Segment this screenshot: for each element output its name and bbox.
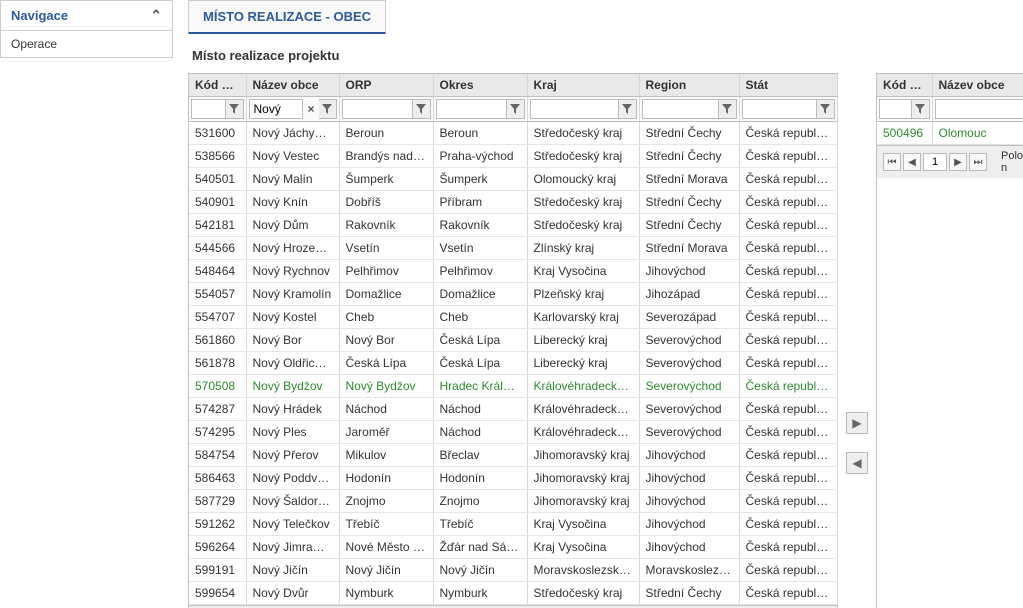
- move-left-button[interactable]: ◀: [846, 452, 868, 474]
- side-col-nazev[interactable]: Název obce: [932, 74, 1023, 97]
- table-row[interactable]: 554707Nový KostelChebChebKarlovarský kra…: [189, 306, 837, 329]
- filter-icon[interactable]: [507, 99, 525, 119]
- col-stat[interactable]: Stát: [739, 74, 837, 97]
- header-row: Kód obce Název obce ORP Okres Kraj Regio…: [189, 74, 837, 97]
- table-row[interactable]: 587729Nový Šaldorf-Sed...ZnojmoZnojmoJih…: [189, 490, 837, 513]
- tab-misto-realizace[interactable]: MÍSTO REALIZACE - OBEC: [188, 0, 386, 34]
- table-row[interactable]: 500496Olomouc: [877, 122, 1023, 145]
- table-row[interactable]: 531600Nový JáchymovBerounBerounStředočes…: [189, 122, 837, 145]
- filter-okres-input[interactable]: [436, 99, 507, 119]
- table-row[interactable]: 538566Nový VestecBrandýs nad Lab...Praha…: [189, 145, 837, 168]
- side-pager: ⏮ ◀ ▶ ⏭ Položek n: [877, 145, 1023, 178]
- table-row[interactable]: 591262Nový TelečkovTřebíčTřebíčKraj Vyso…: [189, 513, 837, 536]
- table-row[interactable]: 574295Nový PlesJaroměřNáchodKrálovéhrade…: [189, 421, 837, 444]
- filter-kraj-input[interactable]: [530, 99, 619, 119]
- filter-icon[interactable]: [226, 99, 244, 119]
- filter-icon[interactable]: [719, 99, 737, 119]
- table-row[interactable]: 570508Nový BydžovNový BydžovHradec Králo…: [189, 375, 837, 398]
- table-row[interactable]: 540501Nový MalínŠumperkŠumperkOlomoucký …: [189, 168, 837, 191]
- col-kraj[interactable]: Kraj: [527, 74, 639, 97]
- table-row[interactable]: 586463Nový PoddvorovHodonínHodonínJihomo…: [189, 467, 837, 490]
- filter-icon[interactable]: [413, 99, 431, 119]
- col-kod-obce[interactable]: Kód obce: [189, 74, 246, 97]
- filter-row: ×: [189, 97, 837, 122]
- table-row[interactable]: 544566Nový HrozenkovVsetínVsetínZlínský …: [189, 237, 837, 260]
- side-filter-kod-input[interactable]: [879, 99, 912, 119]
- filter-orp-input[interactable]: [342, 99, 413, 119]
- side-pager-first-button[interactable]: ⏮: [883, 153, 901, 171]
- side-pager-next-button[interactable]: ▶: [949, 153, 967, 171]
- table-row[interactable]: 599654Nový DvůrNymburkNymburkStředočeský…: [189, 582, 837, 605]
- table-row[interactable]: 561860Nový BorNový BorČeská LípaLibereck…: [189, 329, 837, 352]
- side-grid: Kód obce Název obce 500496Olomouc ⏮ ◀: [876, 73, 1023, 608]
- side-filter-nazev-input[interactable]: [935, 99, 1023, 119]
- side-perpage-label: Položek n: [1001, 150, 1023, 174]
- section-title: Místo realizace projektu: [192, 48, 1023, 63]
- table-row[interactable]: 548464Nový RychnovPelhřimovPelhřimovKraj…: [189, 260, 837, 283]
- main-grid: Kód obce Název obce ORP Okres Kraj Regio…: [188, 73, 838, 608]
- side-pager-last-button[interactable]: ⏭: [969, 153, 987, 171]
- filter-icon[interactable]: [817, 99, 835, 119]
- table-row[interactable]: 574287Nový HrádekNáchodNáchodKrálovéhrad…: [189, 398, 837, 421]
- filter-icon[interactable]: [619, 99, 637, 119]
- col-orp[interactable]: ORP: [339, 74, 433, 97]
- side-pager-prev-button[interactable]: ◀: [903, 153, 921, 171]
- table-row[interactable]: 596264Nový JimramovNové Město na M...Žďá…: [189, 536, 837, 559]
- col-nazev-obce[interactable]: Název obce: [246, 74, 339, 97]
- filter-kod-input[interactable]: [191, 99, 226, 119]
- table-row[interactable]: 599191Nový JičínNový JičínNový JičínMora…: [189, 559, 837, 582]
- filter-nazev-input[interactable]: [249, 99, 304, 119]
- table-row[interactable]: 540901Nový KnínDobříšPříbramStředočeský …: [189, 191, 837, 214]
- filter-region-input[interactable]: [642, 99, 719, 119]
- col-region[interactable]: Region: [639, 74, 739, 97]
- nav-toggle[interactable]: Navigace ⌃: [0, 0, 173, 31]
- table-row[interactable]: 554057Nový KramolínDomažliceDomažlicePlz…: [189, 283, 837, 306]
- table-row[interactable]: 542181Nový DůmRakovníkRakovníkStředočesk…: [189, 214, 837, 237]
- table-row[interactable]: 584754Nový PřerovMikulovBřeclavJihomorav…: [189, 444, 837, 467]
- filter-stat-input[interactable]: [742, 99, 817, 119]
- side-pager-page-input[interactable]: [923, 153, 947, 171]
- nav-item-operace[interactable]: Operace: [0, 31, 173, 58]
- chevron-up-icon: ⌃: [150, 7, 162, 24]
- col-okres[interactable]: Okres: [433, 74, 527, 97]
- filter-icon[interactable]: [912, 99, 930, 119]
- move-right-button[interactable]: ▶: [846, 412, 868, 434]
- side-col-kod[interactable]: Kód obce: [877, 74, 932, 97]
- nav-title: Navigace: [11, 8, 68, 23]
- filter-icon[interactable]: [319, 99, 337, 119]
- clear-filter-icon[interactable]: ×: [303, 102, 318, 116]
- table-row[interactable]: 561878Nový OldřichovČeská LípaČeská Lípa…: [189, 352, 837, 375]
